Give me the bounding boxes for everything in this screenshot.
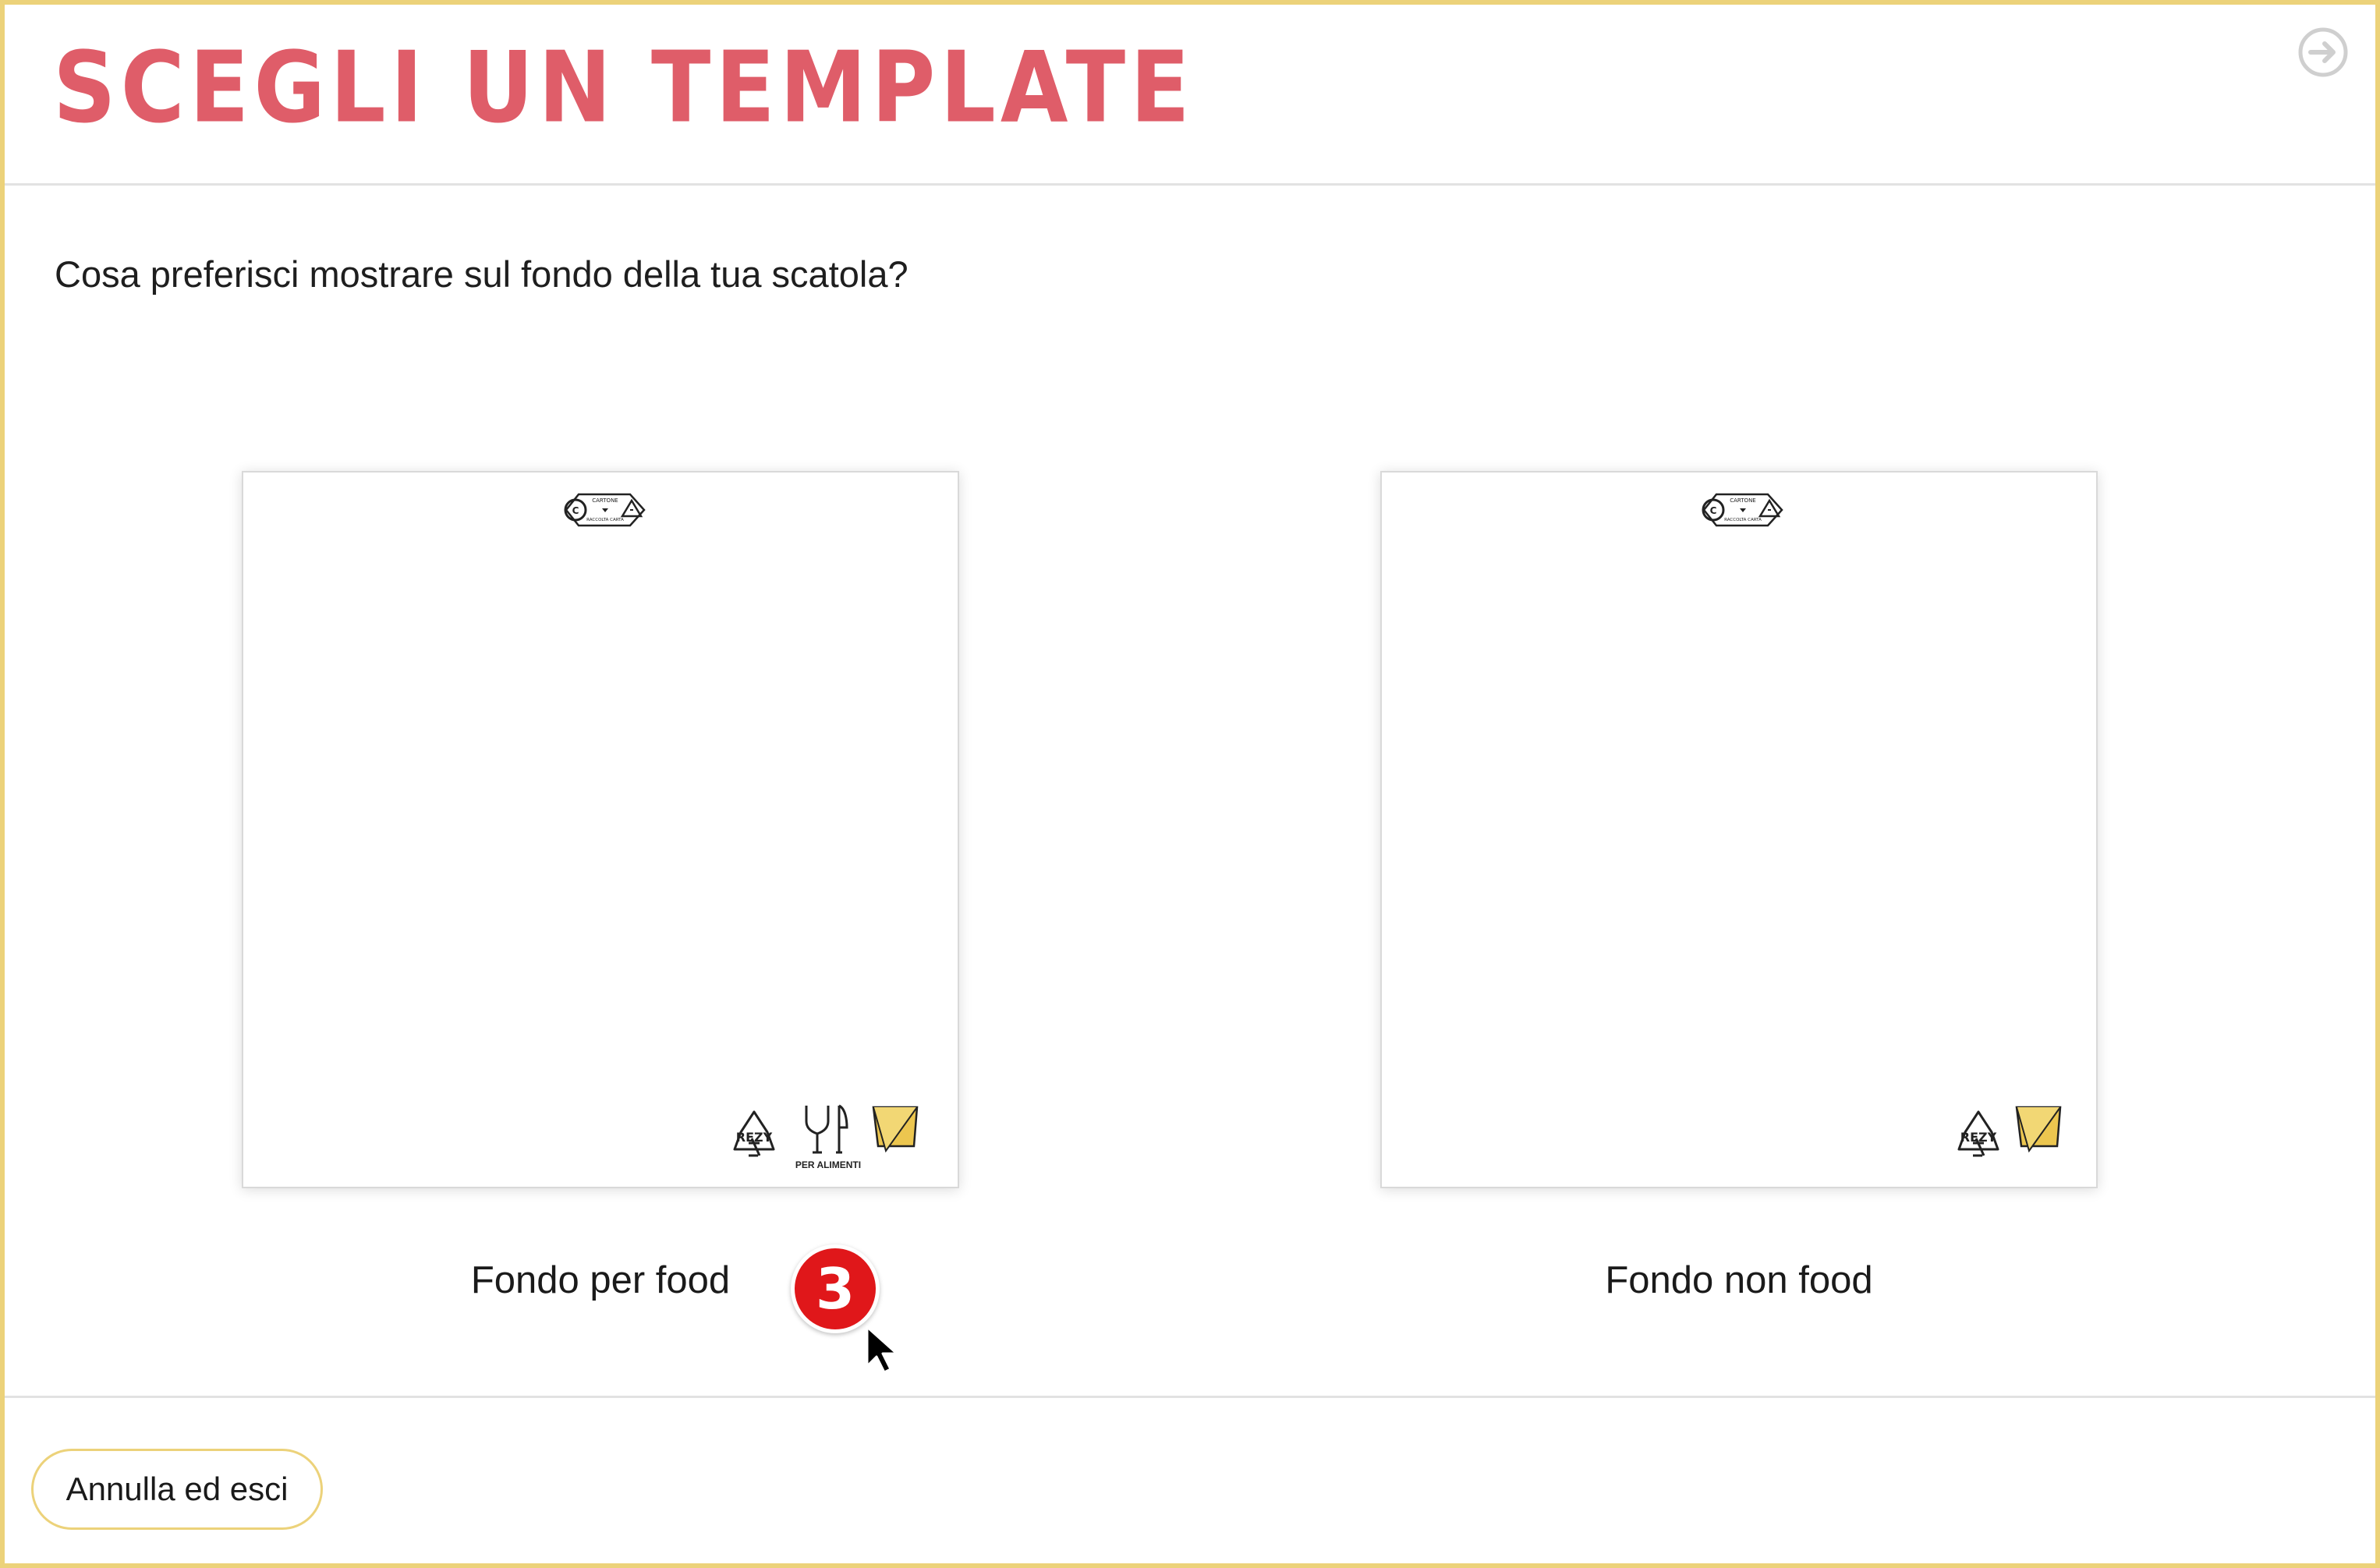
header: SCEGLI UN TEMPLATE [5,5,2375,186]
question-text: Cosa preferisci mostrare sul fondo della… [55,253,908,295]
cancel-exit-button[interactable]: Annulla ed esci [31,1449,323,1530]
mouse-pointer-icon [866,1326,898,1374]
rezy-recycle-icon: REZY [1957,1110,1999,1157]
recycling-code-icon: C CARTONE RACCOLTA CARTA [564,493,646,527]
svg-text:C: C [572,505,579,516]
fold-box-icon [2015,1106,2062,1153]
page-title: SCEGLI UN TEMPLATE [53,31,1195,145]
template-card-food[interactable]: C CARTONE RACCOLTA CARTA REZY PER ALIMEN… [242,471,959,1374]
recycling-code-icon: C CARTONE RACCOLTA CARTA [1702,493,1783,527]
fold-box-icon [872,1106,919,1153]
template-card-nonfood[interactable]: C CARTONE RACCOLTA CARTA REZY [1380,471,2098,1188]
rezy-text: REZY [736,1130,773,1145]
collection-text: RACCOLTA CARTA [586,518,624,522]
footer-divider [5,1396,2375,1398]
svg-text:C: C [1710,505,1717,516]
food-text: PER ALIMENTI [795,1159,861,1170]
material-text: CARTONE [592,497,618,504]
exit-arrow-icon[interactable] [2297,27,2349,78]
card-label-food: Fondo per food [470,1259,731,1301]
rezy-recycle-icon: REZY [733,1110,775,1157]
card-label-nonfood: Fondo non food [1605,1259,1873,1301]
food-safe-cutlery-icon: PER ALIMENTI [795,1104,861,1170]
material-text: CARTONE [1730,497,1755,504]
collection-text: RACCOLTA CARTA [1724,518,1762,522]
app-frame: SCEGLI UN TEMPLATE Cosa preferisci mostr… [0,0,2380,1568]
rezy-text: REZY [1960,1130,1997,1145]
